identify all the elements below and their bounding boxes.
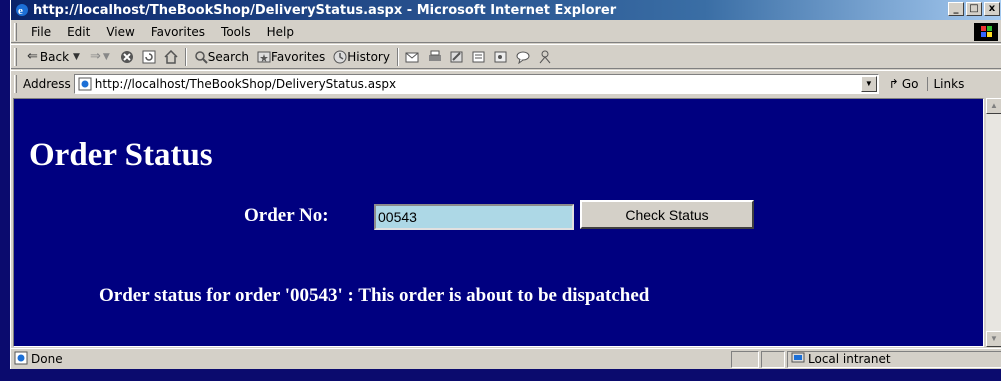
toolbar-separator [184,47,187,66]
close-button[interactable]: x [984,2,1000,16]
address-bar: Address http://localhost/TheBookShop/Del… [11,70,1001,96]
menu-edit[interactable]: Edit [59,25,98,39]
toolbar-grip[interactable] [14,74,17,93]
back-label: Back [39,49,70,64]
research-icon[interactable] [493,50,509,64]
address-url[interactable]: http://localhost/TheBookShop/DeliverySta… [95,77,396,91]
messenger-icon[interactable] [515,50,531,64]
favorites-label: Favorites [271,49,326,64]
status-cell [731,350,759,368]
status-bar: Done Local intranet [11,348,1001,369]
mail-icon[interactable] [405,50,421,64]
windows-logo-icon [974,23,998,41]
menu-view[interactable]: View [98,25,142,39]
menu-favorites[interactable]: Favorites [143,25,213,39]
status-cell [761,350,785,368]
links-button[interactable]: Links [926,76,964,91]
go-arrow-icon: ↱ [888,76,899,91]
zone-label: Local intranet [808,352,891,366]
order-status-message: Order status for order '00543' : This or… [99,285,650,306]
go-button[interactable]: ↱ Go [889,77,919,91]
forward-arrow-icon: ⇒ [89,49,101,64]
intranet-icon [791,351,805,368]
search-button[interactable]: Search [190,50,253,64]
address-label: Address [23,76,71,91]
refresh-button[interactable] [138,50,160,64]
history-label: History [347,49,390,64]
order-number-input[interactable] [374,204,574,230]
favorites-icon [257,51,271,62]
status-area: Done [11,351,731,368]
user-icon[interactable] [537,50,553,64]
menu-tools[interactable]: Tools [213,25,259,39]
svg-text:e: e [18,5,23,17]
search-icon [195,50,208,64]
stop-icon [120,50,133,63]
title-bar: e http://localhost/TheBookShop/DeliveryS… [11,0,1001,20]
standard-toolbar: ⇐ Back ▼ ⇒ ▼ Search Favorites History [11,44,1001,69]
history-button[interactable]: History [329,50,394,64]
security-zone: Local intranet [787,350,1001,368]
scroll-up-icon[interactable]: ▲ [986,98,1001,114]
discuss-icon[interactable] [471,50,487,64]
toolbar-grip[interactable] [14,47,17,66]
page-done-icon [14,351,28,368]
search-label: Search [207,49,250,64]
menu-help[interactable]: Help [259,25,302,39]
back-button[interactable]: ⇐ Back ▼ [23,49,86,64]
menu-bar: File Edit View Favorites Tools Help [11,21,1001,43]
check-status-button[interactable]: Check Status [580,200,754,229]
home-button[interactable] [160,49,182,64]
chevron-down-icon[interactable]: ▼ [860,75,877,92]
maximize-button[interactable]: □ [966,2,982,16]
home-icon [164,49,178,64]
page-icon [78,77,92,91]
go-label: Go [901,76,919,91]
page-title: Order Status [29,137,213,173]
favorites-button[interactable]: Favorites [253,50,329,64]
menu-file[interactable]: File [23,25,59,39]
stop-button[interactable] [116,50,138,64]
history-icon [333,50,347,63]
browser-window: e http://localhost/TheBookShop/DeliveryS… [10,0,1001,369]
toolbar-separator [396,47,399,66]
page-content: Order Status Order No: Check Status Orde… [13,98,984,347]
chevron-down-icon[interactable]: ▼ [73,52,80,62]
address-input[interactable]: http://localhost/TheBookShop/DeliverySta… [73,73,879,94]
order-number-label: Order No: [244,205,329,226]
toolbar-grip[interactable] [14,22,17,41]
back-arrow-icon: ⇐ [27,49,38,64]
window-title: http://localhost/TheBookShop/DeliverySta… [33,2,617,18]
ie-icon: e [14,2,30,18]
scroll-down-icon[interactable]: ▼ [986,331,1001,347]
edit-icon[interactable] [449,50,465,64]
refresh-icon [142,50,156,63]
vertical-scrollbar[interactable]: ▲ ▼ [986,98,1001,347]
status-text: Done [31,352,63,366]
chevron-down-icon[interactable]: ▼ [103,52,110,62]
minimize-button[interactable]: _ [948,2,964,16]
print-icon[interactable] [427,50,443,64]
forward-button[interactable]: ⇒ ▼ [86,49,116,64]
